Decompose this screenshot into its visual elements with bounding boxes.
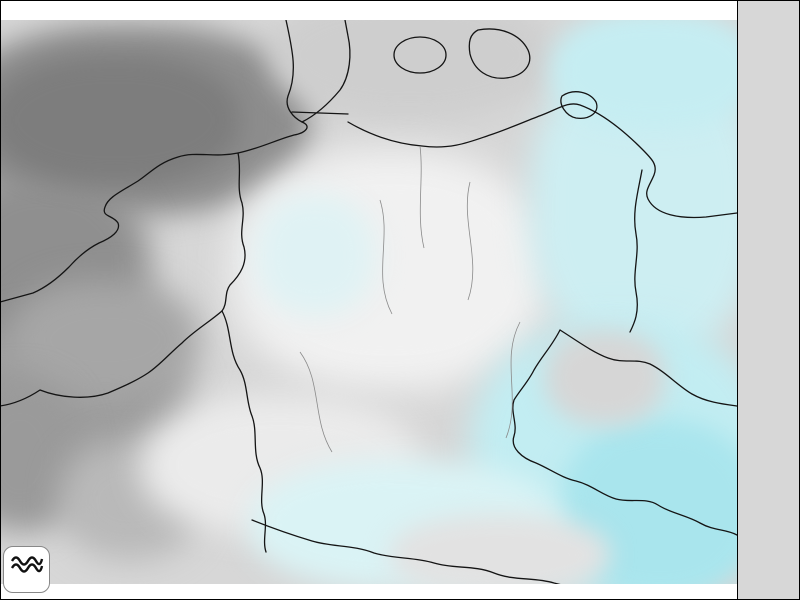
wave-icon xyxy=(9,553,45,575)
title-bar xyxy=(0,0,737,20)
watermark-text xyxy=(5,575,48,587)
map-overlay-layer xyxy=(0,0,800,600)
attribution-bar xyxy=(0,584,737,600)
metmaps-logo xyxy=(3,546,50,593)
